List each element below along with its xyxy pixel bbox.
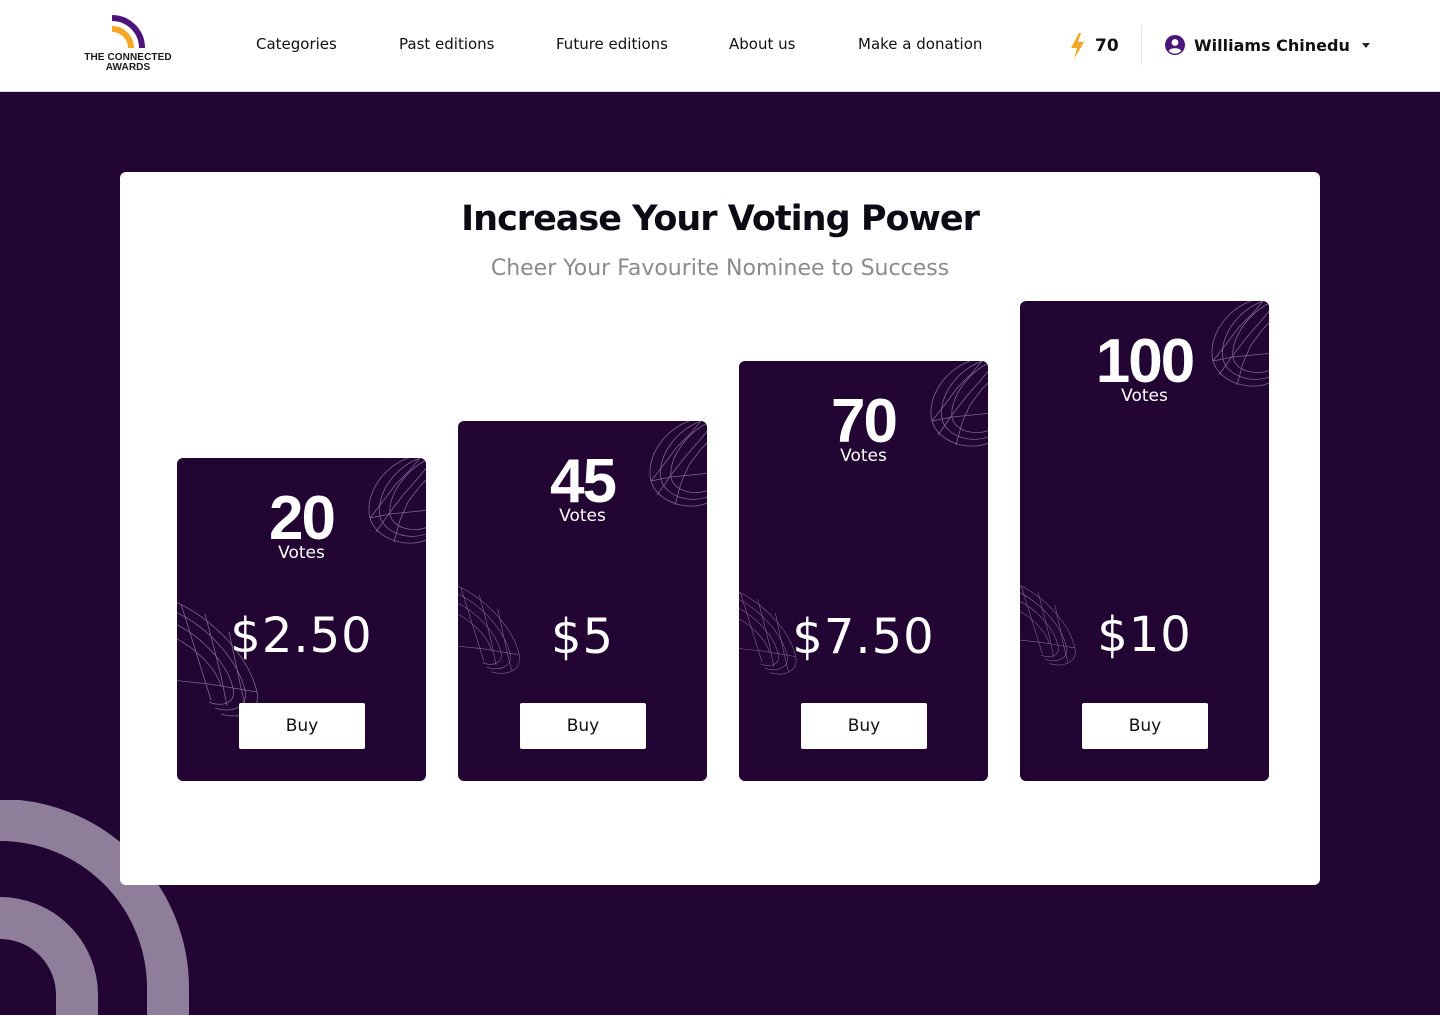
nav-future-editions[interactable]: Future editions [556,34,668,54]
logo-line-2: AWARDS [105,62,151,73]
vote-bundle-70: 70 Votes $7.50 Buy [739,361,988,781]
user-menu[interactable]: Williams Chinedu [1165,33,1370,57]
bundle-vote-count: 45 [550,447,617,516]
bundle-vote-count: 70 [831,387,898,456]
vote-bundle-45: 45 Votes $5 Buy [458,421,707,781]
bundle-votes-label: Votes [840,446,887,466]
vote-bundle-20: 20 Votes $2.50 Buy [177,458,426,781]
user-circle-icon [1165,35,1185,55]
nav-make-a-donation[interactable]: Make a donation [858,34,982,54]
page-subtitle: Cheer Your Favourite Nominee to Success [490,256,950,281]
buy-button[interactable]: Buy [239,703,365,749]
bundle-votes-label: Votes [278,543,325,563]
buy-button[interactable]: Buy [1082,703,1208,749]
bundle-price: $7.50 [792,609,935,665]
bundle-price: $2.50 [230,608,373,664]
vote-bundle-100: 100 Votes $10 Buy [1020,301,1269,781]
bundle-votes-label: Votes [1121,386,1168,406]
bundle-price: $10 [1097,607,1192,663]
logo-arcs-icon [111,15,145,49]
buy-button[interactable]: Buy [801,703,927,749]
nav-about-us[interactable]: About us [729,34,795,54]
votes-balance-value: 70 [1095,36,1119,56]
voting-power-panel: Increase Your Voting Power Cheer Your Fa… [120,172,1320,885]
votes-balance[interactable]: 70 [1070,33,1119,59]
nav-past-editions[interactable]: Past editions [399,34,495,54]
top-navigation-bar: THE CONNECTED AWARDS Categories Past edi… [0,0,1440,92]
nav-categories[interactable]: Categories [256,34,337,54]
bundle-vote-count: 20 [269,484,336,553]
connected-awards-logo[interactable]: THE CONNECTED AWARDS [80,14,180,76]
page-title: Increase Your Voting Power [461,199,980,239]
bundle-price: $5 [550,609,615,665]
user-name: Williams Chinedu [1194,35,1350,55]
bundle-vote-count: 100 [1095,327,1195,396]
header-divider [1141,25,1142,65]
lightning-icon [1071,33,1084,59]
logo-wordmark: THE CONNECTED AWARDS [80,53,176,73]
buy-button[interactable]: Buy [520,703,646,749]
bundle-votes-label: Votes [559,506,606,526]
caret-down-icon [1361,42,1370,48]
